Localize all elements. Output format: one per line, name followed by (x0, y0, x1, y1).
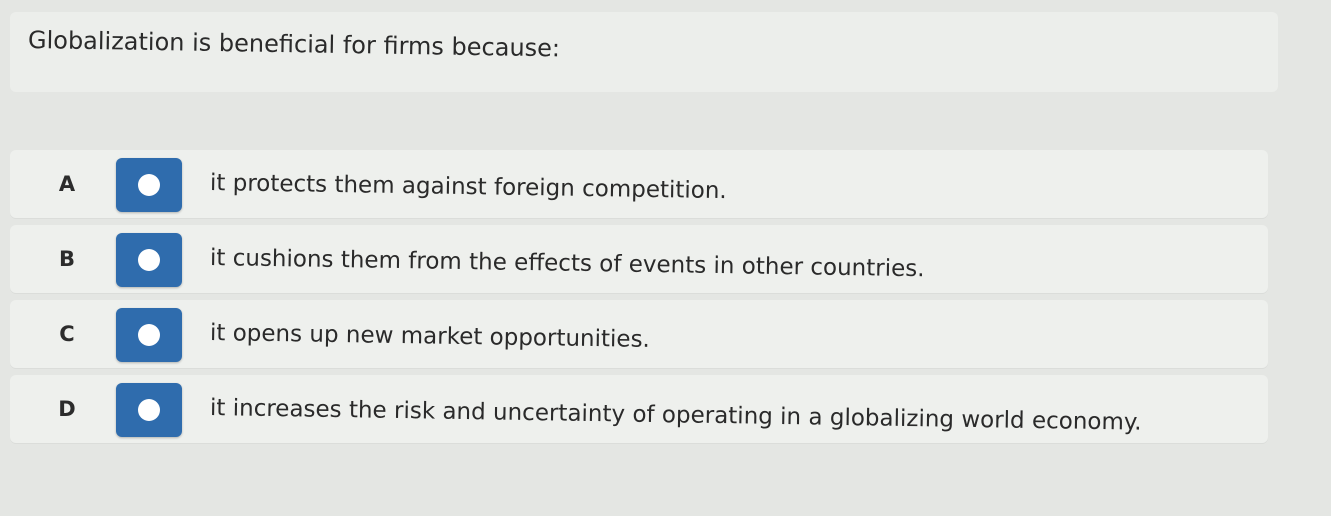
radio-circle-icon (138, 249, 160, 271)
option-text: it increases the risk and uncertainty of… (209, 395, 1142, 436)
option-text: it cushions them from the effects of eve… (209, 245, 925, 283)
option-text: it protects them against foreign competi… (209, 170, 727, 205)
option-a[interactable]: A it protects them against foreign compe… (10, 150, 1268, 218)
option-c-radio-button[interactable] (116, 308, 182, 362)
radio-circle-icon (138, 399, 160, 421)
radio-circle-icon (138, 324, 160, 346)
option-b-radio-button[interactable] (116, 233, 182, 287)
option-b[interactable]: B it cushions them from the effects of e… (10, 225, 1268, 293)
answer-options: A it protects them against foreign compe… (10, 150, 1268, 450)
question-card: Globalization is beneficial for firms be… (10, 12, 1278, 92)
option-a-radio-button[interactable] (116, 158, 182, 212)
option-d-radio-button[interactable] (116, 383, 182, 437)
question-text: Globalization is beneficial for firms be… (27, 26, 561, 63)
option-letter: A (58, 172, 76, 196)
option-letter: D (58, 397, 76, 421)
option-c[interactable]: C it opens up new market opportunities. (10, 300, 1268, 368)
option-letter: B (58, 247, 75, 271)
option-d[interactable]: D it increases the risk and uncertainty … (10, 375, 1268, 443)
option-letter: C (59, 322, 75, 346)
radio-circle-icon (138, 174, 160, 196)
option-text: it opens up new market opportunities. (209, 320, 651, 353)
